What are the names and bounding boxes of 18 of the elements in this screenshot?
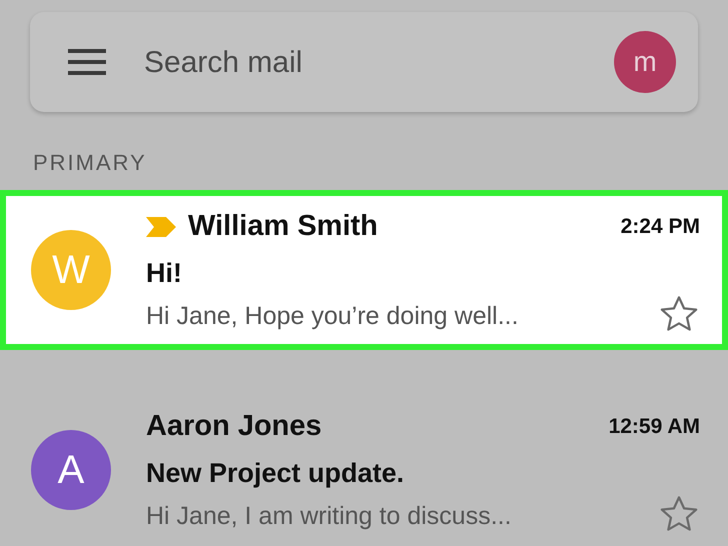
sender-name: William Smith bbox=[188, 209, 379, 244]
search-field[interactable]: Search mail bbox=[144, 40, 614, 84]
account-avatar[interactable]: m bbox=[614, 31, 676, 93]
email-row[interactable]: W William Smith 2:24 PM Hi! Hi Jane, Hope you’re doing well... bbox=[0, 190, 728, 350]
email-row[interactable]: A Aaron Jones 12:59 AM New Project update. Hi Jane, I am writing to discuss... bbox=[0, 390, 728, 546]
email-time: 2:24 PM bbox=[620, 214, 700, 240]
sender-avatar: A bbox=[31, 430, 111, 510]
email-snippet: Hi Jane, Hope you’re doing well... bbox=[146, 300, 520, 332]
section-label: PRIMARY bbox=[33, 152, 148, 174]
important-marker-icon[interactable] bbox=[146, 216, 176, 237]
email-snippet: Hi Jane, I am writing to discuss... bbox=[146, 500, 512, 532]
search-bar[interactable]: Search mail m bbox=[30, 12, 698, 112]
menu-icon[interactable] bbox=[68, 49, 106, 75]
email-subject: New Project update. bbox=[146, 456, 406, 490]
sender-avatar: W bbox=[31, 230, 111, 310]
sender-name: Aaron Jones bbox=[146, 409, 323, 444]
email-subject: Hi! bbox=[146, 256, 183, 290]
email-time: 12:59 AM bbox=[608, 414, 700, 440]
